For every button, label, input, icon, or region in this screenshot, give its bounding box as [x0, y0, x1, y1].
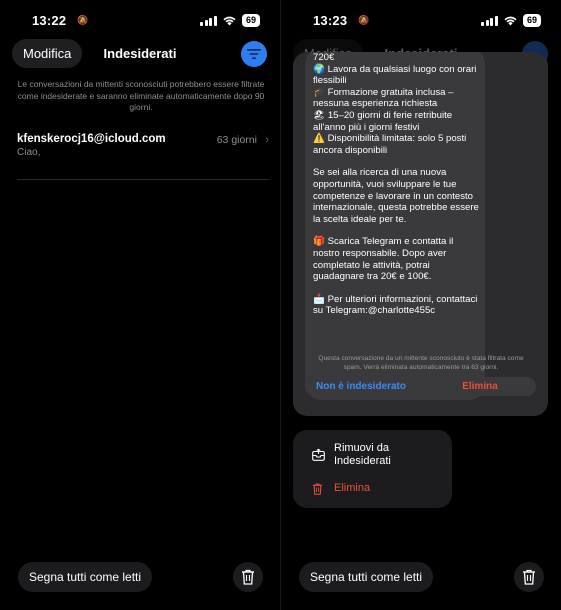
junk-list-screen: 13:22 🔕 69 Modifica Indesiderati Le conv… — [0, 0, 280, 610]
message-line: 🎁 Scarica Telegram e contatta il nostro … — [313, 236, 454, 283]
message-line: 🎓 Formazione gratuita inclusa – nessuna … — [313, 86, 454, 110]
status-icons: 69 — [200, 14, 260, 27]
cellular-signal-icon — [481, 15, 498, 26]
battery-indicator: 69 — [241, 14, 260, 27]
message-row[interactable]: kfenskerocj16@icloud.com Ciao, 63 giorni… — [17, 132, 269, 180]
delete-button[interactable]: Elimina — [424, 377, 536, 396]
trash-button[interactable] — [514, 562, 544, 592]
mute-bell-icon: 🔕 — [358, 15, 370, 25]
message-body: 720€ 🌍 Lavora da qualsiasi luogo con ora… — [313, 52, 481, 317]
trash-icon — [242, 569, 254, 585]
message-line: 🏖 15–20 giorni di ferie retribuite all'a… — [313, 109, 453, 133]
status-icons: 69 — [481, 14, 541, 27]
message-date: 63 giorni — [216, 134, 257, 146]
wifi-icon — [504, 16, 517, 26]
message-preview-screen: 13:23 🔕 69 Modifica Indesiderati 720€ 🌍 … — [281, 0, 561, 610]
filter-icon — [247, 49, 261, 59]
message-preview-card: 720€ 🌍 Lavora da qualsiasi luogo con ora… — [293, 52, 548, 416]
message-line: 🌍 Lavora da qualsiasi luogo con orari fl… — [313, 63, 477, 87]
mute-bell-icon: 🔕 — [77, 15, 89, 25]
chevron-right-icon: › — [265, 134, 269, 146]
wifi-icon — [223, 16, 236, 26]
trash-icon — [523, 569, 535, 585]
cellular-signal-icon — [200, 15, 217, 26]
status-bar: 13:22 🔕 69 — [0, 12, 280, 30]
battery-indicator: 69 — [522, 14, 541, 27]
context-menu: Rimuovi da Indesiderati Elimina — [293, 430, 452, 508]
status-time: 13:22 — [32, 13, 67, 28]
message-line: 720€ — [313, 52, 335, 63]
mark-all-read-button[interactable]: Segna tutti come letti — [18, 562, 153, 592]
trash-icon — [313, 483, 322, 495]
spam-notice: Questa conversazione da un mittente scon… — [318, 355, 524, 371]
trash-button[interactable] — [233, 562, 263, 592]
remove-from-junk-label: Rimuovi da Indesiderati — [334, 442, 391, 467]
page-title: Indesiderati — [103, 46, 177, 61]
not-junk-button[interactable]: Non è indesiderato — [305, 377, 417, 396]
status-bar: 13:23 🔕 69 — [281, 12, 561, 30]
message-sender: kfenskerocj16@icloud.com — [17, 133, 166, 145]
message-line: Se sei alla ricerca di una nuova opportu… — [313, 167, 479, 225]
message-preview: Ciao, — [17, 147, 41, 158]
filter-button[interactable] — [241, 41, 267, 67]
status-time: 13:23 — [313, 13, 348, 28]
message-line: ⚠️ Disponibilità limitata: solo 5 posti … — [313, 133, 467, 156]
tray-remove-icon — [312, 449, 325, 461]
message-line: 📩 Per ulteriori informazioni, contattaci… — [313, 293, 478, 317]
delete-label: Elimina — [334, 482, 371, 494]
mark-all-read-button[interactable]: Segna tutti come letti — [299, 562, 434, 592]
junk-info-text: Le conversazioni da mittenti sconosciuti… — [17, 79, 265, 112]
